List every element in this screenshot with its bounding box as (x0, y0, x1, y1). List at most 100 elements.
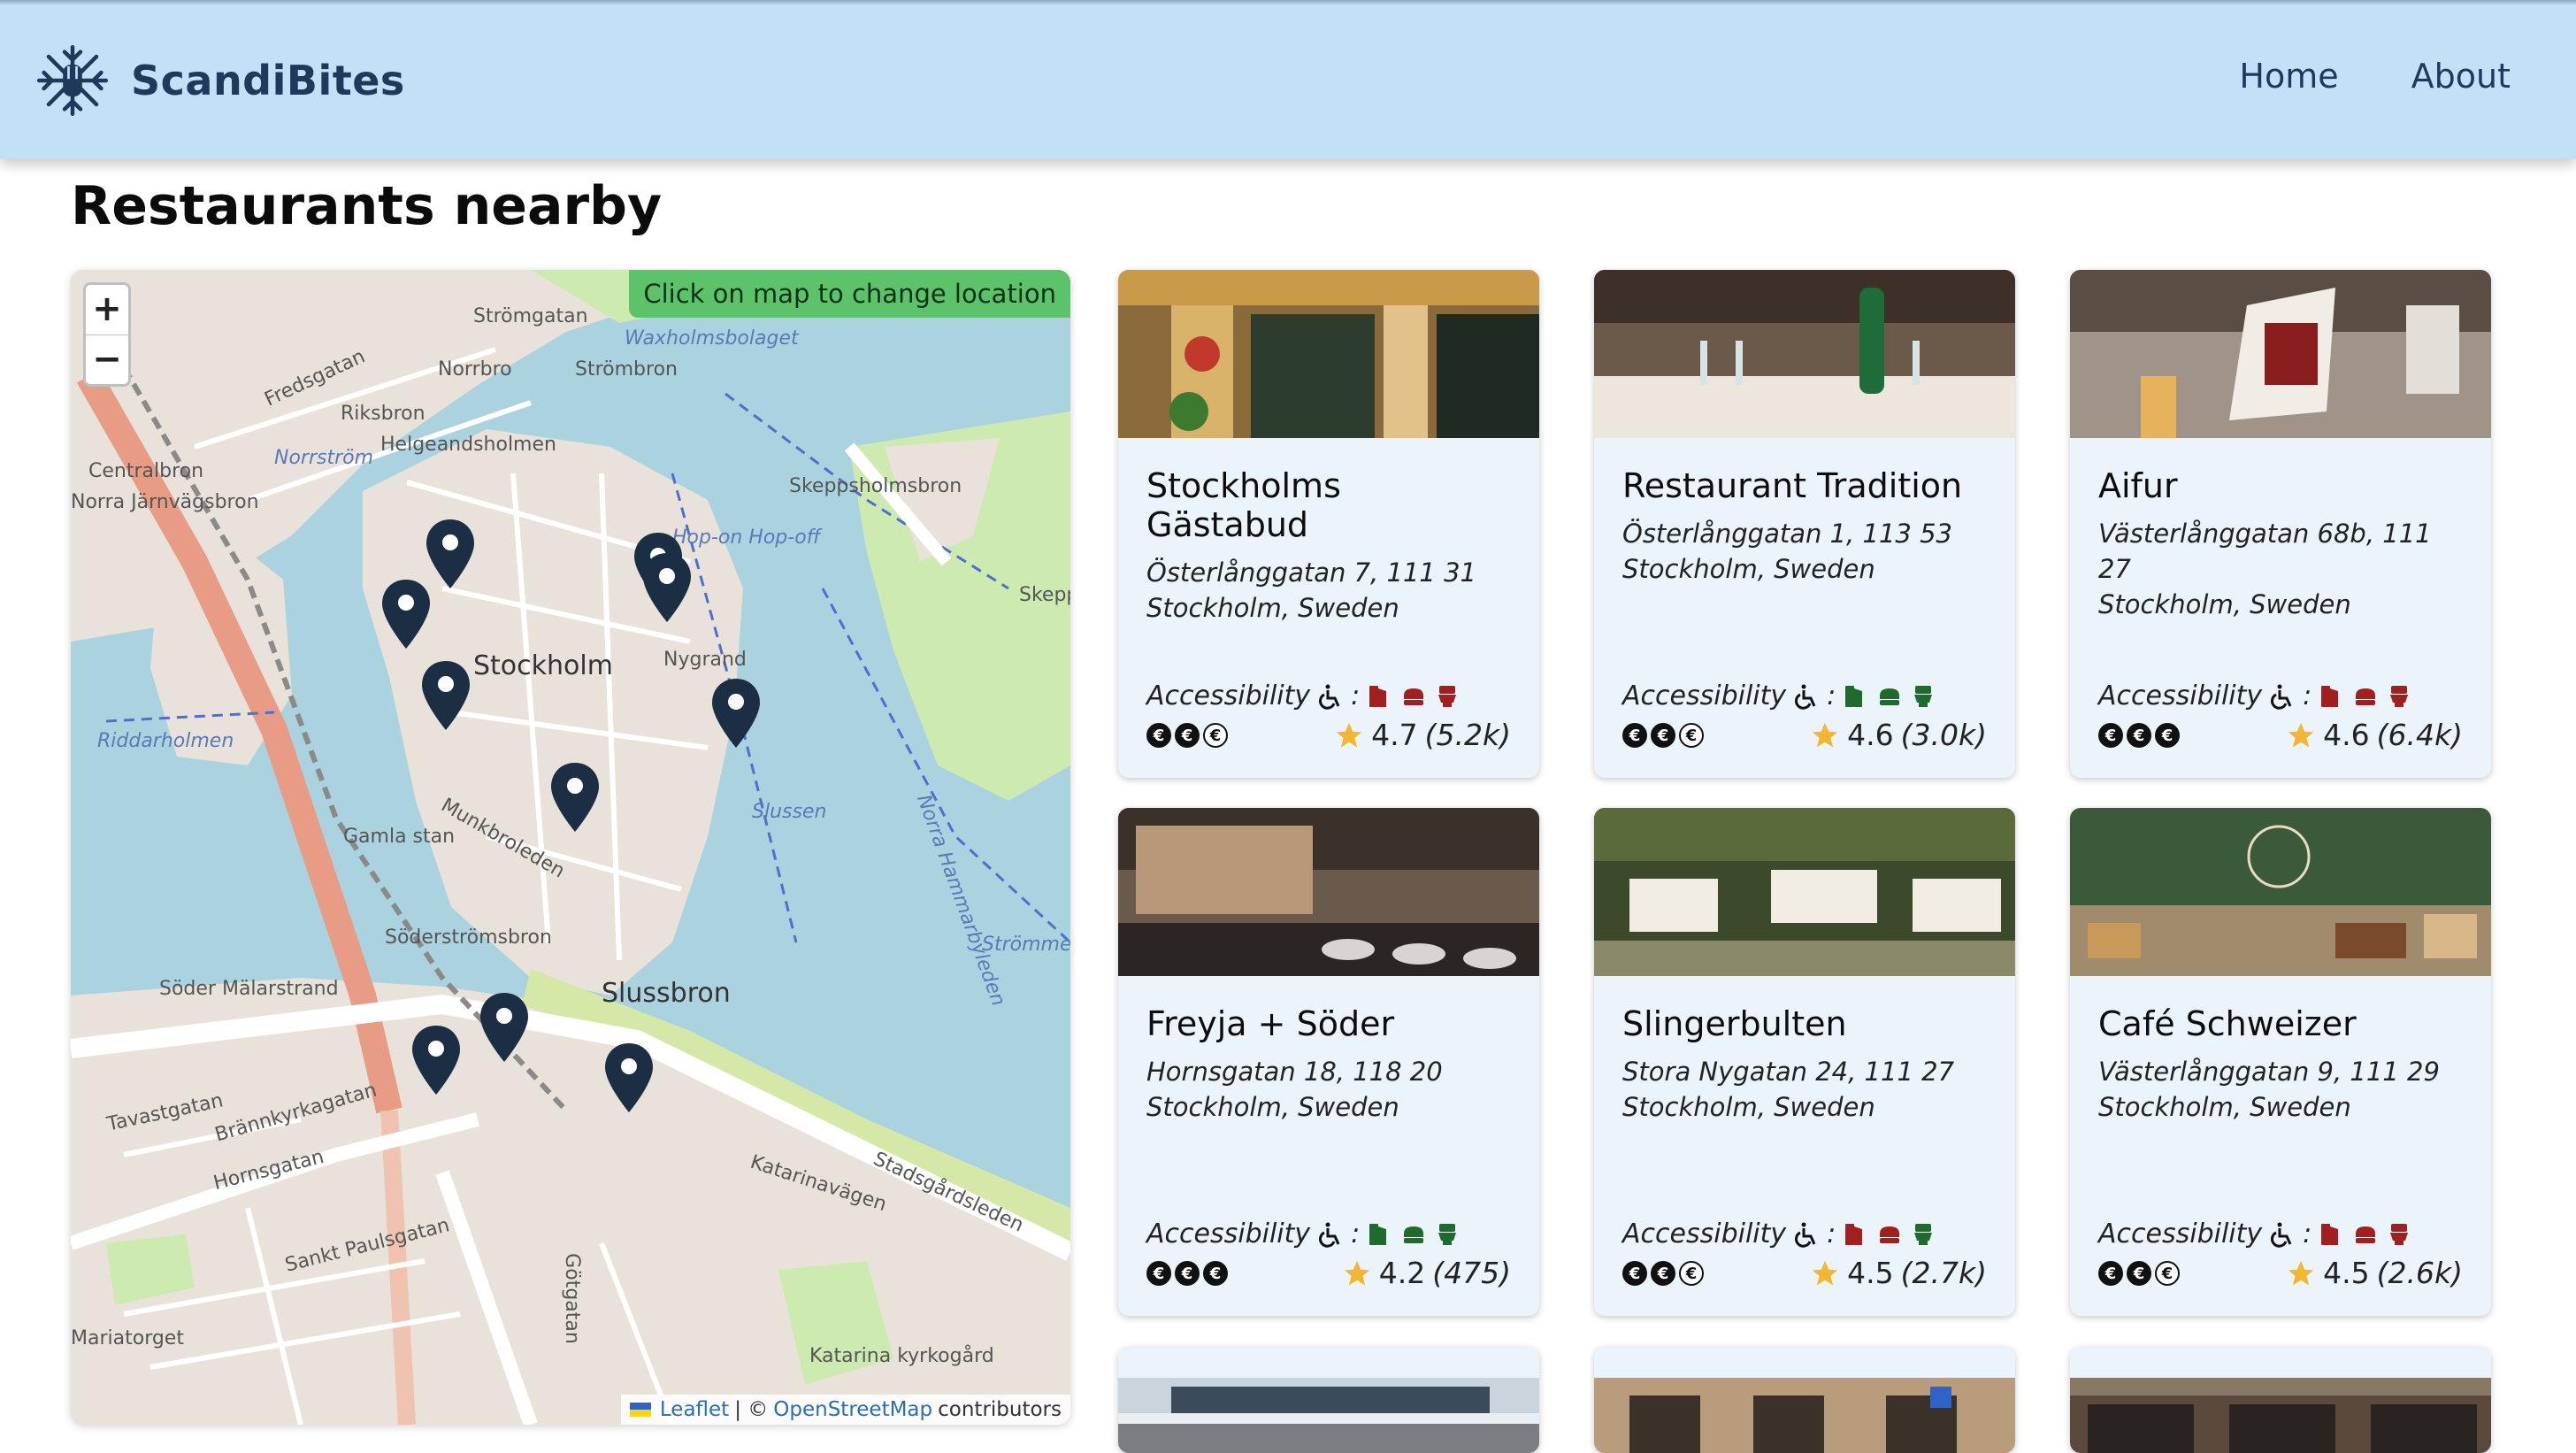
restaurant-card[interactable] (2070, 1347, 2491, 1453)
seating-access-icon (1880, 1226, 1900, 1243)
leaflet-link[interactable]: Leaflet (660, 1398, 729, 1421)
restaurant-card[interactable]: Freyja + Söder Hornsgatan 18, 118 20 Sto… (1118, 808, 1539, 1316)
map-label: Riddarholmen (97, 730, 234, 752)
restaurant-card[interactable]: Restaurant Tradition Österlånggatan 1, 1… (1594, 270, 2015, 778)
entrance-access-icon (1369, 1223, 1387, 1245)
euro-coin-icon: € (1146, 1260, 1171, 1286)
restaurant-address-line2: Stockholm, Sweden (1146, 1092, 1399, 1122)
review-count: (2.6k) (2376, 1256, 2463, 1290)
map-label: Götgatan (560, 1253, 583, 1344)
rating: 4.6 (3.0k) (1810, 718, 1987, 752)
rating-value: 4.7 (1371, 718, 1418, 752)
restaurant-marker[interactable] (479, 991, 530, 1064)
snowflake-fork-logo-icon (36, 44, 109, 117)
price-level: € € € (1146, 722, 1228, 748)
map-label: Norra Järnvägsbron (71, 491, 259, 513)
map-label: Mariatorget (71, 1327, 184, 1349)
nav-about-link[interactable]: About (2411, 57, 2511, 96)
review-count: (5.2k) (1424, 718, 1511, 752)
restaurant-marker[interactable] (425, 518, 476, 590)
restaurant-card[interactable]: Aifur Västerlånggatan 68b, 111 27 Stockh… (2070, 270, 2491, 778)
restaurant-photo (2070, 808, 2491, 976)
accessibility-row: Accessibility : (1146, 1219, 1460, 1249)
attribution-separator: | © (734, 1398, 769, 1421)
accessibility-row: Accessibility : (1146, 680, 1460, 711)
restaurant-marker[interactable] (380, 578, 432, 650)
toilet-access-icon (1914, 1223, 1933, 1245)
star-icon (1344, 1260, 1369, 1285)
seating-access-icon (1880, 688, 1900, 705)
restaurant-marker[interactable] (710, 677, 762, 750)
restaurant-photo (1594, 270, 2015, 438)
accessibility-row: Accessibility : (1622, 680, 1936, 711)
euro-coin-icon: € (1203, 722, 1228, 748)
brand[interactable]: ScandiBites (30, 41, 405, 120)
euro-coin-icon: € (1651, 722, 1675, 748)
zoom-in-button[interactable]: + (86, 285, 128, 334)
rating-value: 4.6 (1847, 718, 1894, 752)
restaurant-address-line2: Stockholm, Sweden (2098, 589, 2351, 619)
euro-coin-icon: € (2127, 1260, 2151, 1286)
card-footer: € € € 4.7 (5.2k) (1146, 718, 1511, 752)
restaurant-photo (1118, 1378, 1539, 1453)
brand-name: ScandiBites (131, 57, 405, 104)
card-body: Café Schweizer Västerlånggatan 9, 111 29… (2070, 980, 2491, 1316)
euro-coin-icon: € (1679, 1260, 1704, 1286)
euro-coin-icon: € (2098, 1260, 2123, 1286)
restaurant-address-line2: Stockholm, Sweden (1146, 593, 1399, 623)
euro-coin-icon: € (2098, 722, 2123, 748)
restaurant-card[interactable]: Slingerbulten Stora Nygatan 24, 111 27 S… (1594, 808, 2015, 1316)
euro-coin-icon: € (2127, 722, 2151, 748)
ukraine-flag-icon (629, 1403, 651, 1417)
star-icon (1337, 722, 1362, 747)
accessibility-label: Accessibility (2098, 680, 2263, 711)
card-footer: € € € 4.6 (6.4k) (2098, 718, 2463, 752)
euro-coin-icon: € (1651, 1260, 1675, 1286)
entrance-access-icon (1845, 1223, 1863, 1245)
card-body: Stockholms Gästabud Österlånggatan 7, 11… (1118, 442, 1539, 778)
restaurant-marker[interactable] (410, 1024, 462, 1096)
euro-coin-icon: € (1679, 722, 1704, 748)
entrance-access-icon (1369, 685, 1387, 707)
entrance-access-icon (2321, 685, 2339, 707)
map-label: Norrström (274, 447, 374, 469)
restaurant-address-line1: Stora Nygatan 24, 111 27 (1622, 1057, 1955, 1087)
rating: 4.2 (475) (1342, 1256, 1511, 1290)
restaurant-card[interactable] (1118, 1347, 1539, 1453)
zoom-out-button[interactable]: − (86, 334, 128, 384)
restaurant-marker[interactable] (641, 551, 693, 624)
map-label: Hop-on Hop-off (672, 527, 821, 549)
restaurant-card[interactable] (1594, 1347, 2015, 1453)
map-label: Skepp (1019, 584, 1070, 606)
star-icon (1813, 722, 1838, 747)
restaurant-card[interactable]: Café Schweizer Västerlånggatan 9, 111 29… (2070, 808, 2491, 1316)
card-body: Aifur Västerlånggatan 68b, 111 27 Stockh… (2070, 442, 2491, 778)
rating: 4.7 (5.2k) (1334, 718, 1511, 752)
restaurant-address-line1: Västerlånggatan 68b, 111 27 (2098, 519, 2432, 584)
map-label: Slussen (752, 801, 827, 823)
restaurant-marker[interactable] (603, 1042, 655, 1114)
restaurant-marker[interactable] (549, 761, 601, 834)
osm-link[interactable]: OpenStreetMap (773, 1398, 932, 1421)
restaurant-map[interactable]: Strömgatan Norrbro Strömbron Waxholmsbol… (71, 270, 1070, 1425)
accessibility-label: Accessibility (2098, 1219, 2263, 1249)
restaurant-card[interactable]: Stockholms Gästabud Österlånggatan 7, 11… (1118, 270, 1539, 778)
restaurant-marker[interactable] (420, 659, 472, 732)
map-label: Katarina kyrkogård (809, 1345, 994, 1367)
restaurant-photo (1594, 808, 2015, 976)
map-label: Norrbro (438, 358, 512, 381)
wheelchair-icon (1795, 1222, 1816, 1248)
page-title: Restaurants nearby (71, 175, 663, 237)
accessibility-label: Accessibility (1622, 1219, 1787, 1249)
accessibility-colon: : (2303, 1219, 2312, 1249)
nav-home-link[interactable]: Home (2239, 57, 2338, 96)
euro-coin-icon: € (1622, 722, 1647, 748)
toilet-access-icon (2390, 685, 2409, 707)
wheelchair-icon (2271, 684, 2292, 710)
restaurant-photo (1118, 808, 1539, 976)
price-level: € € € (1622, 1260, 1704, 1286)
map-label: Söder Mälarstrand (159, 978, 339, 1000)
star-icon (2288, 722, 2314, 747)
euro-coin-icon: € (1175, 722, 1200, 748)
map-label: Gamla stan (343, 826, 456, 848)
